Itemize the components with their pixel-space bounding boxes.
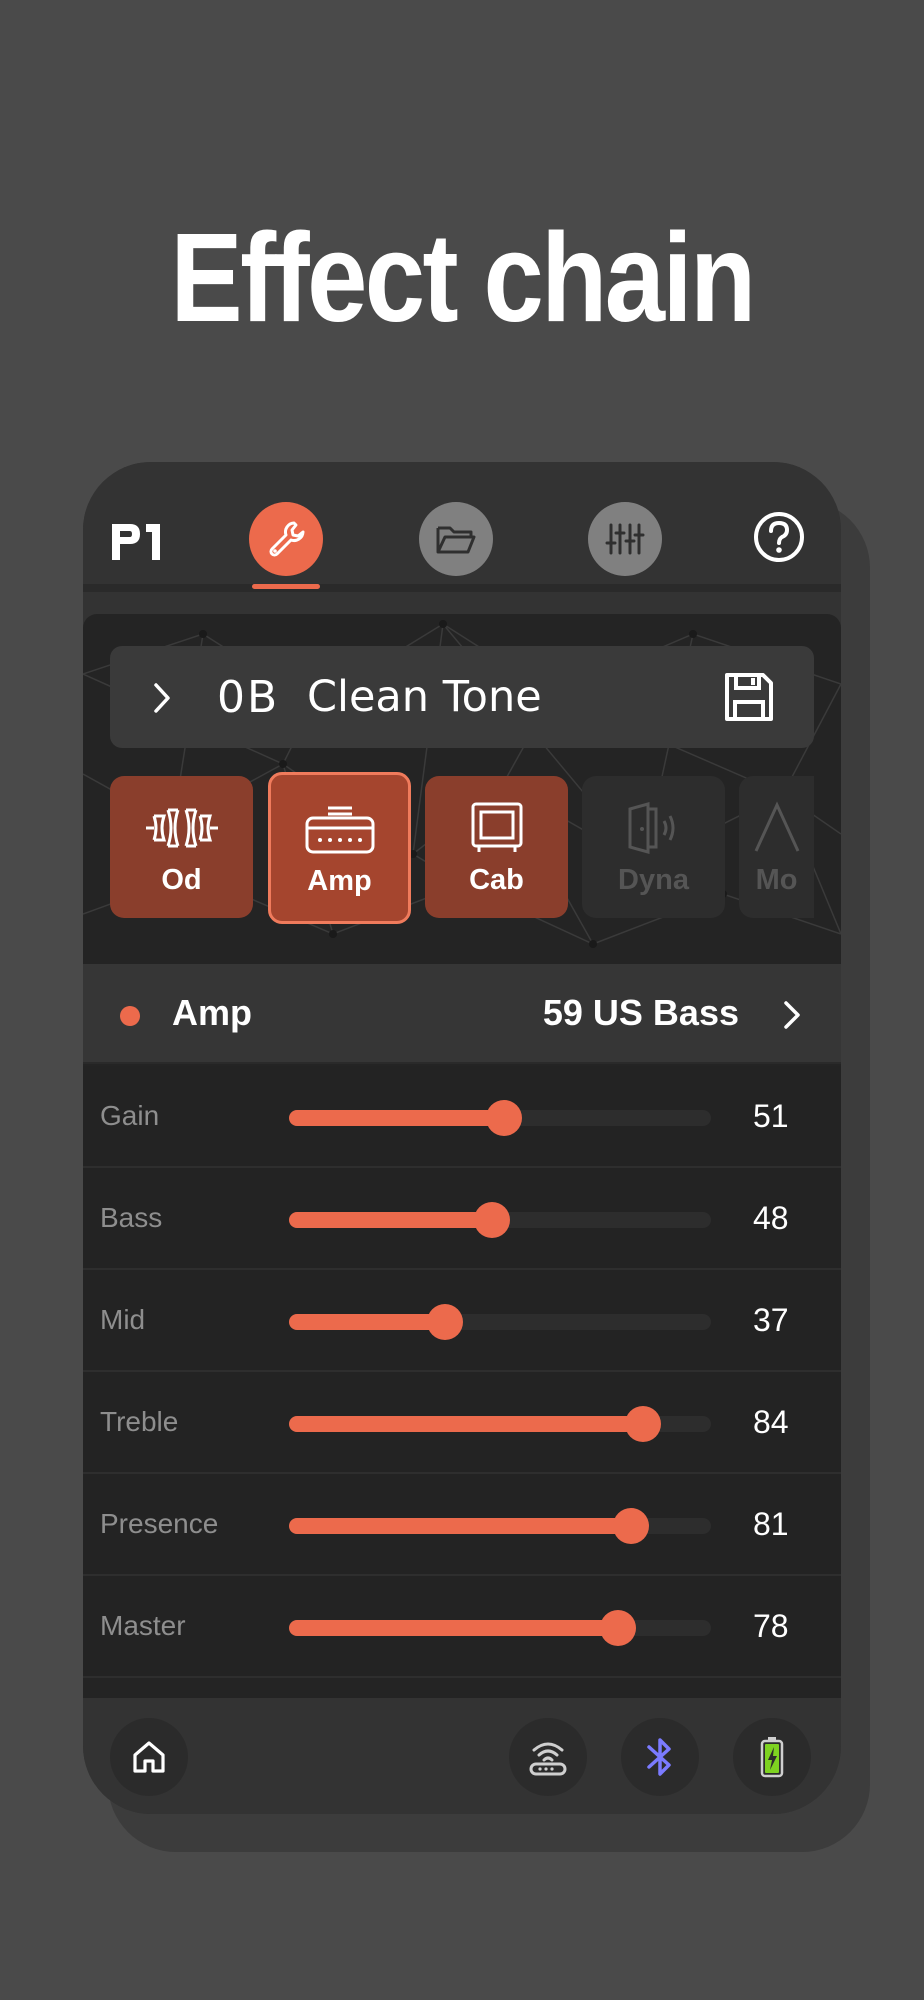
- block-label: Mo: [755, 864, 798, 896]
- folder-icon: [436, 526, 476, 554]
- preset-number: 0B: [217, 672, 280, 723]
- slider-fill: [289, 1212, 492, 1228]
- param-row-bass: Bass 48: [83, 1168, 841, 1270]
- top-bar: [83, 462, 841, 592]
- param-row-treble: Treble 84: [83, 1372, 841, 1474]
- slider-thumb[interactable]: [473, 1202, 510, 1238]
- slider-thumb[interactable]: [600, 1610, 637, 1646]
- module-model[interactable]: 59 US Bass: [543, 992, 739, 1034]
- nav-mixer-button[interactable]: [588, 502, 662, 576]
- param-value: 78: [753, 1608, 789, 1644]
- slider-fill: [289, 1314, 446, 1330]
- slider-thumb[interactable]: [427, 1304, 464, 1340]
- param-value: 84: [753, 1404, 789, 1440]
- param-row-gain: Gain 51: [83, 1066, 841, 1168]
- nav-tools-button[interactable]: [249, 502, 323, 576]
- param-slider[interactable]: [289, 1304, 711, 1340]
- param-row-master: Master 78: [83, 1576, 841, 1678]
- param-slider[interactable]: [289, 1406, 711, 1442]
- headline: Effect chain: [170, 207, 756, 348]
- app-screen: 0B Clean Tone Od Amp Cab Dyna Mo Amp 59 …: [83, 462, 841, 1814]
- param-label: Treble: [100, 1406, 179, 1437]
- param-row-presence: Presence 81: [83, 1474, 841, 1576]
- nav-presets-button[interactable]: [419, 502, 493, 576]
- param-label: Gain: [100, 1100, 160, 1131]
- module-row[interactable]: Amp 59 US Bass: [83, 964, 841, 1064]
- slider-thumb[interactable]: [625, 1406, 662, 1442]
- home-icon: [133, 1741, 165, 1773]
- slider-fill: [289, 1416, 644, 1432]
- editor-panel: 0B Clean Tone Od Amp Cab Dyna Mo Amp 59 …: [83, 614, 841, 1698]
- sliders-icon: [605, 523, 645, 555]
- slider-fill: [289, 1110, 505, 1126]
- param-slider[interactable]: [289, 1508, 711, 1544]
- dynamics-icon: [628, 802, 674, 854]
- cabinet-icon: [471, 802, 522, 852]
- module-status-dot: [120, 1006, 140, 1026]
- param-row-mid: Mid 37: [83, 1270, 841, 1372]
- modulation-icon: [754, 801, 799, 852]
- slider-fill: [289, 1620, 619, 1636]
- block-cab[interactable]: Cab: [425, 776, 568, 918]
- wrench-icon: [269, 521, 305, 557]
- param-value: 81: [753, 1506, 789, 1542]
- bluetooth-button[interactable]: [621, 1718, 699, 1796]
- preset-name: Clean Tone: [307, 672, 542, 722]
- param-label: Master: [100, 1610, 186, 1641]
- param-label: Mid: [100, 1304, 146, 1335]
- amp-icon: [305, 806, 374, 854]
- chevron-right-icon[interactable]: [783, 1000, 801, 1030]
- p1-logo: [112, 524, 160, 560]
- nav-active-indicator: [252, 584, 320, 589]
- param-value: 48: [753, 1200, 789, 1236]
- param-slider[interactable]: [289, 1100, 711, 1136]
- block-dyna[interactable]: Dyna: [582, 776, 725, 918]
- block-label: Amp: [307, 865, 372, 897]
- param-value: 37: [753, 1302, 789, 1338]
- home-button[interactable]: [110, 1718, 188, 1796]
- bluetooth-icon: [647, 1738, 671, 1776]
- wireless-button[interactable]: [509, 1718, 587, 1796]
- block-label: Cab: [469, 864, 524, 896]
- overdrive-icon: [145, 808, 218, 848]
- bottom-bar: [83, 1698, 841, 1814]
- param-value: 51: [753, 1098, 789, 1134]
- module-name: Amp: [172, 992, 252, 1033]
- slider-thumb[interactable]: [486, 1100, 523, 1136]
- param-label: Bass: [100, 1202, 163, 1233]
- slider-thumb[interactable]: [612, 1508, 649, 1544]
- block-label: Od: [161, 864, 202, 896]
- help-icon[interactable]: [752, 510, 806, 564]
- chevron-right-icon[interactable]: [152, 682, 172, 714]
- battery-icon: [760, 1737, 784, 1778]
- battery-button[interactable]: [733, 1718, 811, 1796]
- wireless-icon: [529, 1742, 567, 1776]
- preset-bar[interactable]: 0B Clean Tone: [110, 646, 814, 748]
- save-icon[interactable]: [722, 670, 776, 724]
- block-label: Dyna: [618, 864, 689, 896]
- param-label: Presence: [100, 1508, 219, 1539]
- slider-fill: [289, 1518, 631, 1534]
- block-amp[interactable]: Amp: [268, 772, 411, 924]
- block-mod[interactable]: Mo: [739, 776, 814, 918]
- param-slider[interactable]: [289, 1202, 711, 1238]
- block-overdrive[interactable]: Od: [110, 776, 253, 918]
- param-slider[interactable]: [289, 1610, 711, 1646]
